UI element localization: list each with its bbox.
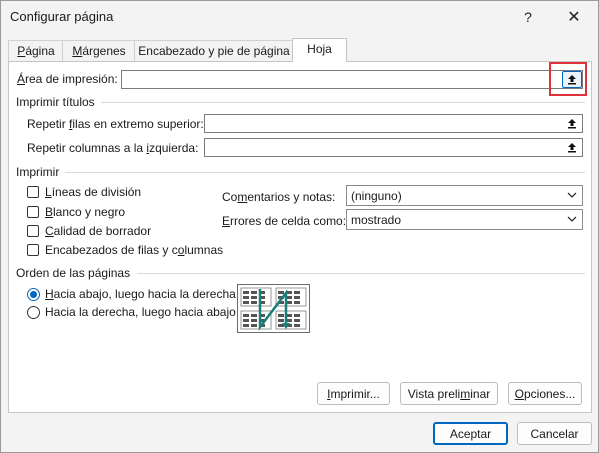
collapse-dialog-icon [568,119,576,129]
close-icon: ✕ [567,9,581,26]
separator [137,273,585,274]
black-white-checkbox[interactable]: Blanco y negro [27,204,125,220]
repeat-rows-input[interactable] [204,114,583,133]
collapse-dialog-icon [568,143,576,153]
title-bar: Configurar página ? ✕ [1,1,598,33]
highlight-box [549,62,587,96]
options-button[interactable]: Opciones... [508,382,582,405]
row-col-headings-checkbox[interactable]: Encabezados de filas y columnas [27,242,223,258]
chevron-down-icon [567,192,577,198]
separator [101,102,585,103]
print-area-input[interactable] [121,70,583,89]
accept-button[interactable]: Aceptar [433,422,508,445]
cell-errors-select-value: mostrado [351,213,402,227]
radio-indicator[interactable] [27,305,40,319]
page-order-diagram [240,287,307,331]
over-then-down-radio[interactable]: Hacia la derecha, luego hacia abajo [27,304,236,320]
repeat-cols-input[interactable] [204,138,583,157]
tab-margenes[interactable]: Márgenes [62,40,136,62]
print-preview-button[interactable]: Vista preli m inar [400,382,498,405]
tab-hoja[interactable]: Hoja [292,38,347,62]
page-setup-dialog: Configurar página ? ✕ Página Márgenes En… [0,0,599,453]
comments-select-value: (ninguno) [351,189,402,203]
help-button[interactable]: ? [513,4,543,30]
print-heading: Imprimir [16,165,60,179]
repeat-cols-collapse-button[interactable] [563,140,581,155]
checkbox-box[interactable] [27,244,39,256]
help-icon: ? [524,9,532,25]
draft-quality-checkbox[interactable]: Calidad de borrador [27,223,151,239]
tab-pagina[interactable]: Página [8,40,64,62]
close-button[interactable]: ✕ [559,4,589,30]
chevron-down-icon [567,216,577,222]
gridlines-checkbox[interactable]: Líneas de división [27,184,141,200]
cell-errors-select[interactable]: mostrado [346,209,583,230]
print-button[interactable]: Imprimir... [317,382,390,405]
page-order-heading: Orden de las páginas [16,266,131,280]
comments-select[interactable]: (ninguno) [346,185,583,206]
dialog-title: Configurar página [10,9,114,24]
checkbox-box[interactable] [27,186,39,198]
repeat-rows-collapse-button[interactable] [563,116,581,131]
print-titles-heading: Imprimir títulos [16,95,95,109]
repeat-rows-label: Repetir filas en extremo superior: [27,117,204,131]
checkbox-box[interactable] [27,206,39,218]
print-area-label: Área de impresión: [17,72,118,86]
comments-label: Comentarios y notas: [222,190,336,204]
tab-encabezado[interactable]: Encabezado y pie de página [134,40,294,62]
cancel-button[interactable]: Cancelar [517,422,592,445]
cell-errors-label: Errores de celda como: [222,214,347,228]
page-order-preview [237,284,310,333]
radio-indicator[interactable] [27,287,40,301]
down-then-over-radio[interactable]: Hacia abajo, luego hacia la derecha [27,286,236,302]
separator [65,172,585,173]
repeat-cols-label: Repetir columnas a la izquierda: [27,141,199,155]
checkbox-box[interactable] [27,225,39,237]
